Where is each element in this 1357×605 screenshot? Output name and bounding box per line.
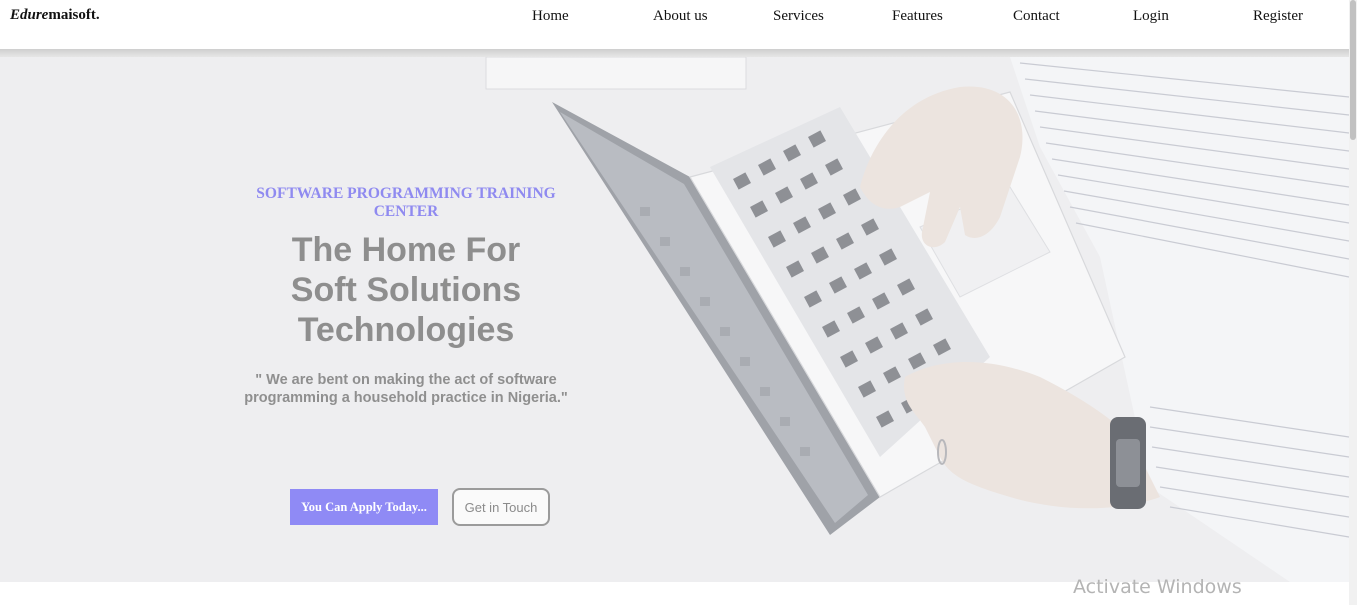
hero-background-image: [0, 57, 1349, 582]
nav-link-home[interactable]: Home: [532, 8, 569, 25]
hero-section: SOFTWARE PROGRAMMING TRAINING CENTER The…: [0, 57, 1349, 582]
nav-link-login[interactable]: Login: [1133, 8, 1169, 25]
hero-button-row: You Can Apply Today... Get in Touch: [290, 488, 590, 528]
nav-link-features[interactable]: Features: [892, 8, 943, 25]
get-in-touch-button[interactable]: Get in Touch: [452, 488, 550, 526]
page: Eduremaisoft. Home About us Services Fea…: [0, 0, 1357, 605]
nav-link-contact[interactable]: Contact: [1013, 8, 1060, 25]
apply-button[interactable]: You Can Apply Today...: [290, 489, 438, 525]
scrollbar-thumb[interactable]: [1350, 0, 1356, 140]
nav-link-services[interactable]: Services: [773, 8, 824, 25]
nav-link-register[interactable]: Register: [1253, 8, 1303, 25]
hero-content: SOFTWARE PROGRAMMING TRAINING CENTER The…: [228, 185, 584, 526]
hero-eyebrow: SOFTWARE PROGRAMMING TRAINING CENTER: [256, 185, 556, 220]
activate-windows-watermark: Activate Windows: [1073, 576, 1242, 598]
navbar-shadow: [0, 49, 1349, 57]
hero-quote: " We are bent on making the act of softw…: [244, 372, 568, 406]
vertical-scrollbar[interactable]: [1349, 0, 1357, 605]
brand-logo[interactable]: Eduremaisoft.: [10, 7, 100, 24]
top-navbar: Eduremaisoft. Home About us Services Fea…: [0, 0, 1349, 49]
hero-headline: The Home For Soft Solutions Technologies: [290, 231, 522, 349]
nav-link-about-us[interactable]: About us: [653, 8, 708, 25]
